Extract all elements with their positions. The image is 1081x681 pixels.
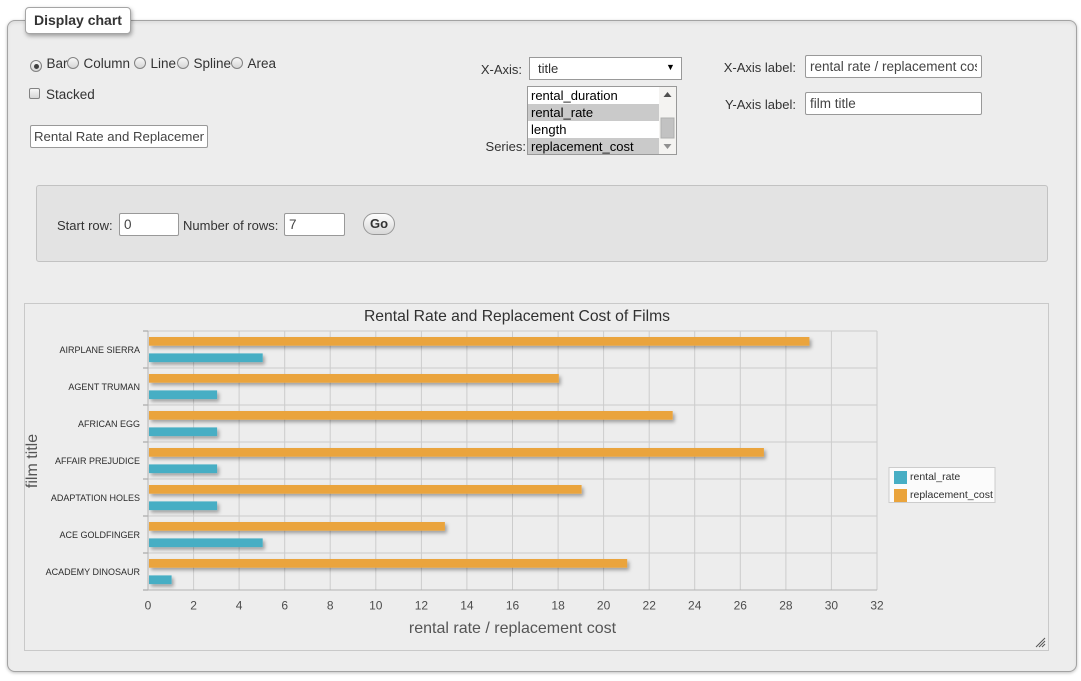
svg-text:26: 26 <box>734 599 748 613</box>
svg-text:0: 0 <box>145 599 152 613</box>
svg-text:rental_rate: rental_rate <box>910 471 960 483</box>
svg-text:22: 22 <box>643 599 657 613</box>
svg-text:4: 4 <box>236 599 243 613</box>
svg-text:ACADEMY DINOSAUR: ACADEMY DINOSAUR <box>46 567 141 577</box>
svg-text:14: 14 <box>460 599 474 613</box>
svg-text:replacement_cost: replacement_cost <box>910 489 993 501</box>
svg-text:32: 32 <box>870 599 884 613</box>
svg-text:28: 28 <box>779 599 793 613</box>
svg-text:6: 6 <box>281 599 288 613</box>
svg-text:ACE GOLDFINGER: ACE GOLDFINGER <box>59 530 140 540</box>
svg-text:10: 10 <box>369 599 383 613</box>
svg-text:20: 20 <box>597 599 611 613</box>
svg-text:12: 12 <box>415 599 429 613</box>
svg-text:2: 2 <box>190 599 197 613</box>
svg-text:AGENT TRUMAN: AGENT TRUMAN <box>68 382 140 392</box>
svg-text:8: 8 <box>327 599 334 613</box>
svg-text:16: 16 <box>506 599 520 613</box>
svg-text:AFFAIR PREJUDICE: AFFAIR PREJUDICE <box>55 456 140 466</box>
svg-text:24: 24 <box>688 599 702 613</box>
svg-text:film title: film title <box>25 434 41 488</box>
svg-text:AIRPLANE SIERRA: AIRPLANE SIERRA <box>59 345 140 355</box>
svg-text:ADAPTATION HOLES: ADAPTATION HOLES <box>51 493 140 503</box>
svg-text:18: 18 <box>551 599 565 613</box>
svg-text:rental rate / replacement cost: rental rate / replacement cost <box>409 620 617 637</box>
svg-text:30: 30 <box>825 599 839 613</box>
svg-text:AFRICAN EGG: AFRICAN EGG <box>78 419 140 429</box>
svg-text:Rental Rate and Replacement Co: Rental Rate and Replacement Cost of Film… <box>364 308 670 325</box>
